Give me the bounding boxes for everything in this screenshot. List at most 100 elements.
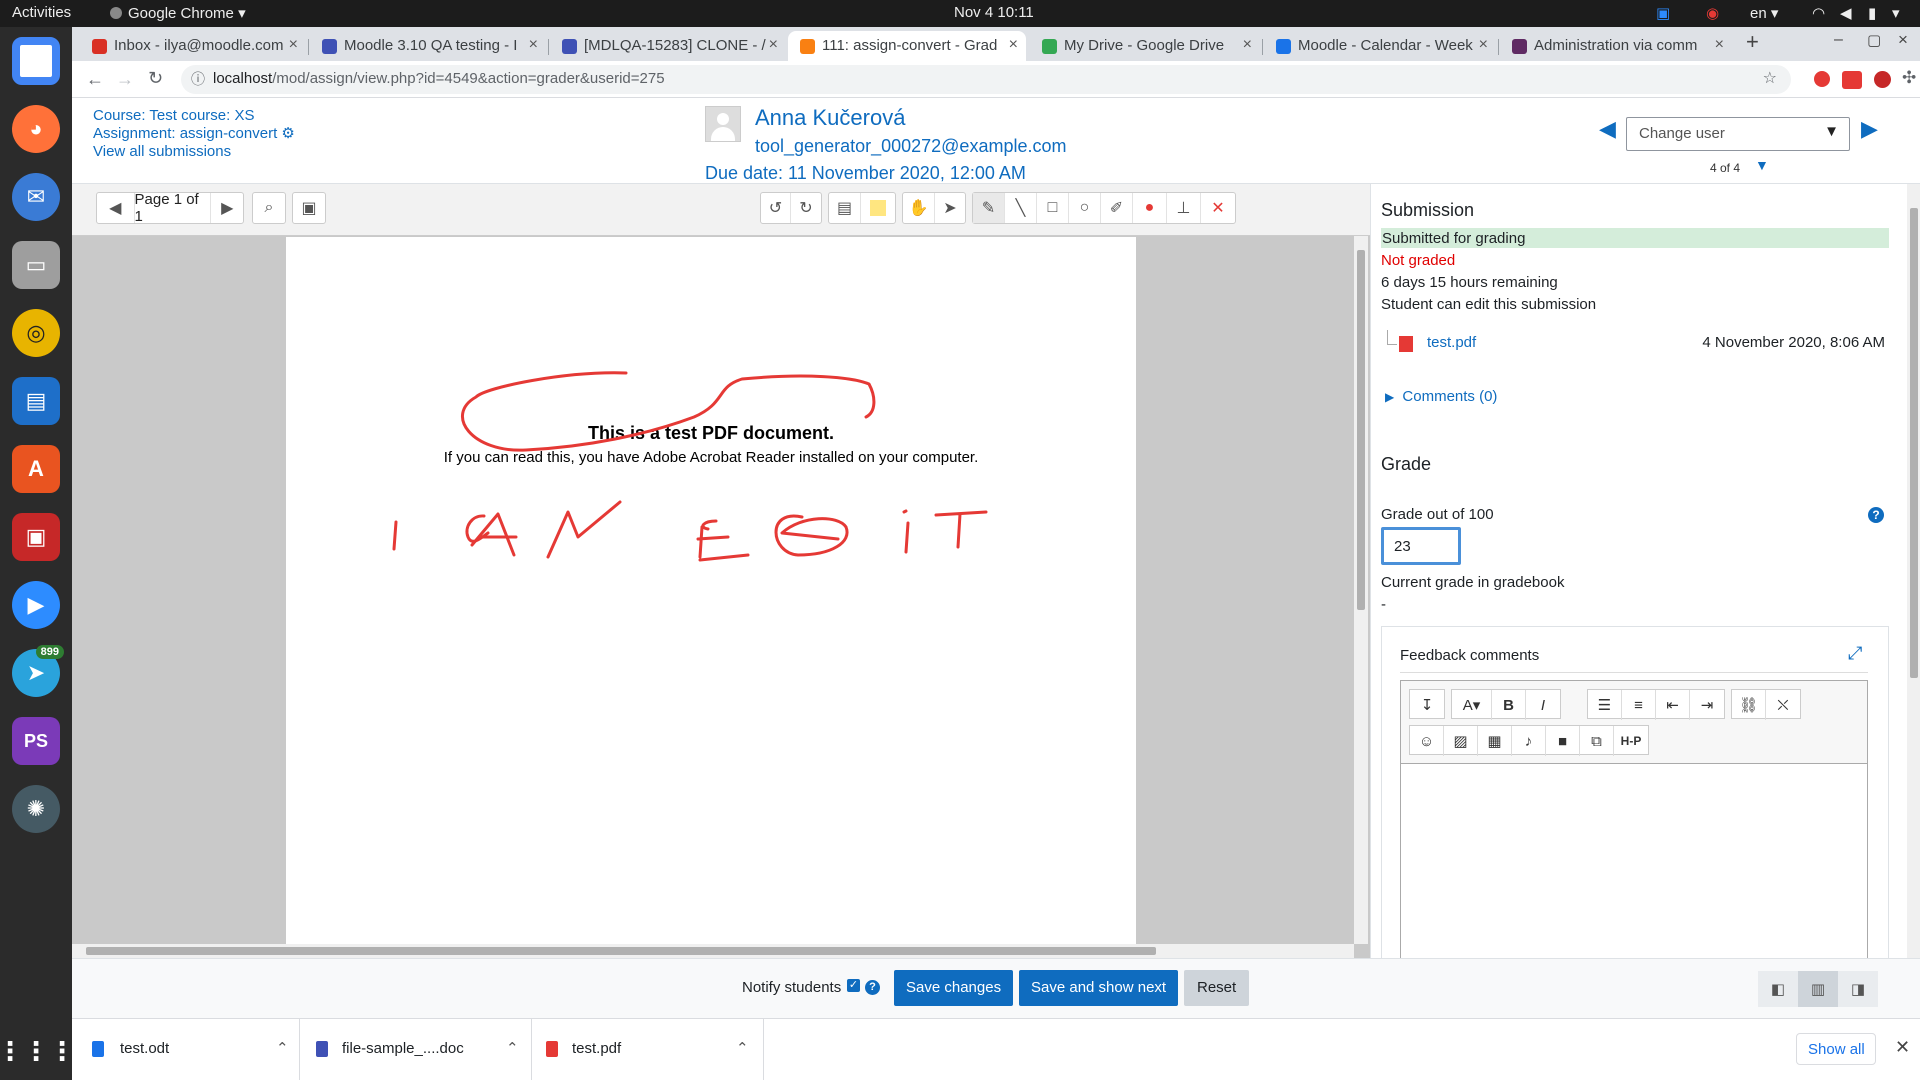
close-tab-icon[interactable]: × <box>529 36 538 54</box>
line-tool-icon[interactable]: ╲ <box>1005 193 1037 223</box>
scroll-thumb[interactable] <box>1357 250 1365 610</box>
show-all-downloads-button[interactable]: Show all <box>1796 1033 1876 1065</box>
expand-icon[interactable]: ▣ <box>293 193 325 223</box>
comment-icon[interactable]: ▤ <box>829 193 861 223</box>
pen-tool-icon[interactable]: ✎ <box>973 193 1005 223</box>
user-email[interactable]: tool_generator_000272@example.com <box>755 136 1066 157</box>
panel-scrollbar[interactable] <box>1907 184 1920 958</box>
record-extension-icon[interactable] <box>1874 71 1891 88</box>
chrome-icon[interactable] <box>12 37 60 85</box>
image-icon[interactable]: ▨ <box>1444 726 1478 756</box>
annotation-color-icon[interactable]: ● <box>1133 193 1167 223</box>
save-changes-button[interactable]: Save changes <box>894 970 1014 1006</box>
terminal-icon[interactable]: ▣ <box>12 513 60 561</box>
forward-icon[interactable]: → <box>116 69 134 90</box>
save-and-show-next-button[interactable]: Save and show next <box>1019 970 1179 1006</box>
search-comments-icon[interactable]: ⌕ <box>253 193 285 223</box>
tab-google-drive[interactable]: My Drive - Google Drive × <box>1030 31 1260 61</box>
battery-icon[interactable]: ▮ <box>1868 4 1876 22</box>
close-downloads-icon[interactable]: ✕ <box>1895 1037 1910 1058</box>
zoom-tray-icon[interactable]: ▣ <box>1656 4 1670 22</box>
tab-administration[interactable]: Administration via comm × <box>1500 31 1732 61</box>
view-all-submissions-link[interactable]: View all submissions <box>93 143 295 161</box>
collapse-toolbar-icon[interactable]: ↧ <box>1410 690 1444 720</box>
media-icon[interactable]: ▦ <box>1478 726 1512 756</box>
unlink-icon[interactable]: ⛌ <box>1766 690 1800 720</box>
pan-hand-icon[interactable]: ✋ <box>903 193 935 223</box>
reload-icon[interactable]: ↻ <box>148 68 163 89</box>
manage-files-icon[interactable]: ⧉ <box>1580 726 1614 756</box>
assignment-link[interactable]: Assignment: assign-convert <box>93 125 277 142</box>
screenshot-tool-icon[interactable]: ✺ <box>12 785 60 833</box>
zoom-icon[interactable]: ▶ <box>12 581 60 629</box>
submission-file-link[interactable]: test.pdf <box>1427 334 1476 351</box>
user-name-link[interactable]: Anna Kučerová <box>755 105 905 131</box>
layout-collapse-grade-icon[interactable]: ◧ <box>1758 971 1798 1007</box>
stamp-tool-icon[interactable]: ⊥ <box>1167 193 1201 223</box>
outdent-icon[interactable]: ⇤ <box>1656 690 1690 720</box>
tab-mdlqa[interactable]: [MDLQA-15283] CLONE - / × <box>550 31 786 61</box>
feedback-textarea[interactable] <box>1401 763 1867 958</box>
app-grid-icon[interactable]: ⋮⋮⋮ <box>0 1027 75 1075</box>
close-tab-icon[interactable]: × <box>1009 36 1018 54</box>
notify-students-checkbox[interactable]: ✓ <box>847 979 860 992</box>
rotate-left-icon[interactable]: ↺ <box>761 193 791 223</box>
record-video-icon[interactable]: ■ <box>1546 726 1580 756</box>
filter-icon[interactable]: ▼ <box>1755 157 1769 173</box>
fullscreen-icon[interactable]: ⤢ <box>1848 643 1862 664</box>
chevron-up-icon[interactable]: ⌃ <box>506 1039 519 1057</box>
record-audio-icon[interactable]: ♪ <box>1512 726 1546 756</box>
close-tab-icon[interactable]: × <box>1715 36 1724 54</box>
change-user-select[interactable]: Change user ▼ <box>1626 117 1850 151</box>
pdf-horizontal-scrollbar[interactable] <box>72 944 1354 958</box>
close-window-icon[interactable]: × <box>1898 30 1908 50</box>
rotate-right-icon[interactable]: ↻ <box>791 193 821 223</box>
telegram-icon[interactable]: ➤ 899 <box>12 645 64 697</box>
tab-gmail[interactable]: Inbox - ilya@moodle.com × <box>80 31 306 61</box>
calendar-extension-icon[interactable] <box>1842 71 1862 89</box>
minimize-icon[interactable]: – <box>1834 31 1843 49</box>
clock[interactable]: Nov 4 10:11 <box>954 4 1034 21</box>
power-menu-icon[interactable]: ▾ <box>1892 4 1900 22</box>
comments-toggle[interactable]: ▶ Comments (0) <box>1385 388 1497 405</box>
software-center-icon[interactable]: A <box>12 445 60 493</box>
paragraph-style-icon[interactable]: A▾ <box>1452 690 1492 720</box>
tab-calendar[interactable]: Moodle - Calendar - Week × <box>1264 31 1496 61</box>
layout-collapse-review-icon[interactable]: ◨ <box>1838 971 1878 1007</box>
highlight-tool-icon[interactable]: ✐ <box>1101 193 1133 223</box>
new-tab-icon[interactable]: + <box>1746 29 1759 55</box>
close-tab-icon[interactable]: × <box>1479 36 1488 54</box>
page-select[interactable]: Page 1 of 1 <box>135 191 212 225</box>
select-pointer-icon[interactable]: ➤ <box>935 193 965 223</box>
files-icon[interactable]: ▭ <box>12 241 60 289</box>
extensions-puzzle-icon[interactable]: ✣ <box>1902 68 1916 88</box>
thunderbird-icon[interactable]: ✉ <box>12 173 60 221</box>
delete-annotation-icon[interactable]: ✕ <box>1201 193 1235 223</box>
previous-user-icon[interactable]: ◀ <box>1599 116 1616 142</box>
oval-tool-icon[interactable]: ○ <box>1069 193 1101 223</box>
chevron-up-icon[interactable]: ⌃ <box>276 1039 289 1057</box>
emoticon-icon[interactable]: ☺ <box>1410 726 1444 756</box>
volume-icon[interactable]: ◀ <box>1840 4 1852 22</box>
back-icon[interactable]: ← <box>86 69 104 90</box>
scroll-thumb[interactable] <box>86 947 1156 955</box>
writer-icon[interactable]: ▤ <box>12 377 60 425</box>
settings-cog-icon[interactable]: ⚙ <box>281 125 294 142</box>
ordered-list-icon[interactable]: ≡ <box>1622 690 1656 720</box>
indent-icon[interactable]: ⇥ <box>1690 690 1724 720</box>
bookmark-star-icon[interactable]: ☆ <box>1763 68 1777 88</box>
bold-icon[interactable]: B <box>1492 690 1526 720</box>
scroll-thumb[interactable] <box>1910 208 1918 678</box>
link-icon[interactable]: ⛓ <box>1732 690 1766 720</box>
previous-page-icon[interactable]: ◀ <box>97 193 135 223</box>
help-icon[interactable]: ? <box>1868 507 1884 523</box>
screen-record-icon[interactable]: ◉ <box>1706 4 1719 22</box>
firefox-icon[interactable]: ◕ <box>12 105 60 153</box>
unordered-list-icon[interactable]: ☰ <box>1588 690 1622 720</box>
activities-button[interactable]: Activities <box>12 4 71 21</box>
close-tab-icon[interactable]: × <box>769 36 778 54</box>
download-item[interactable]: test.odt ⌃ <box>72 1019 300 1080</box>
maximize-icon[interactable]: ▢ <box>1867 31 1881 49</box>
tab-assign-convert[interactable]: 111: assign-convert - Grad × <box>788 31 1026 61</box>
wifi-icon[interactable]: ◠ <box>1812 4 1825 22</box>
